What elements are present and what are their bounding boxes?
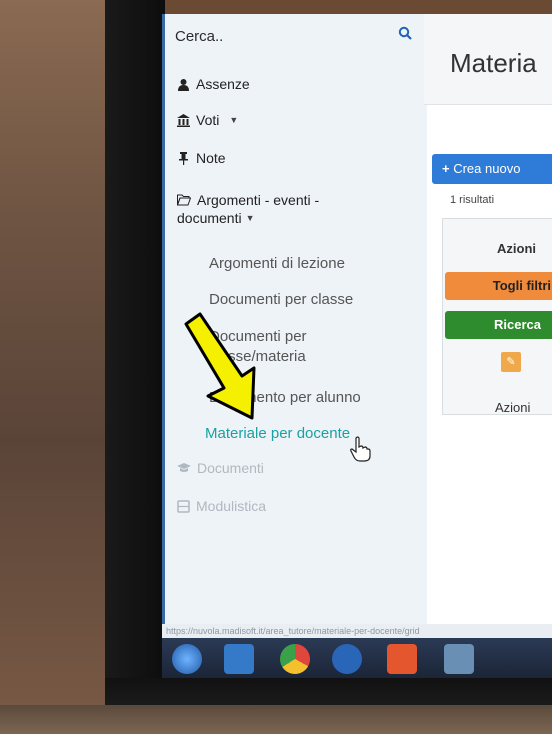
- graduation-cap-icon: [177, 463, 191, 472]
- page-title: Materia: [450, 48, 537, 78]
- actions-column-header: Azioni: [497, 241, 536, 256]
- sidebar-item-note[interactable]: Note: [177, 150, 226, 166]
- start-button[interactable]: [172, 644, 202, 674]
- hp-icon[interactable]: [332, 644, 362, 674]
- sidebar-item-label: Note: [196, 150, 226, 166]
- search-icon[interactable]: [398, 26, 412, 40]
- desk-surface: [0, 705, 552, 734]
- sidebar-item-label: Assenze: [196, 76, 250, 92]
- media-player-icon[interactable]: [387, 644, 417, 674]
- app-icon-folder[interactable]: [444, 644, 474, 674]
- sidebar-item-label: Argomenti - eventi -: [197, 192, 320, 208]
- sidebar-item-label: Voti: [196, 112, 220, 128]
- submenu-item-materiale-per-docente[interactable]: Materiale per docente: [205, 424, 350, 444]
- pushpin-icon: [179, 151, 188, 165]
- plus-icon: +: [442, 161, 454, 176]
- chevron-down-icon: ▼: [229, 115, 239, 125]
- archive-icon: [177, 499, 190, 513]
- user-icon: [178, 78, 189, 91]
- status-url: https://nuvola.madisoft.it/area_tutore/m…: [162, 624, 552, 638]
- highlight-arrow-icon: [184, 312, 256, 420]
- search-field[interactable]: Cerca..: [175, 26, 420, 50]
- taskbar: [162, 638, 552, 680]
- sidebar-item-assenze[interactable]: Assenze: [177, 76, 250, 92]
- results-count: 1 risultati: [450, 194, 495, 206]
- edit-icon[interactable]: ✎: [501, 352, 521, 372]
- sidebar-item-voti[interactable]: Voti ▼: [177, 112, 238, 128]
- sidebar-item-modulistica[interactable]: Modulistica: [177, 498, 266, 514]
- chevron-down-icon: ▼: [245, 213, 255, 223]
- sidebar-item-documenti[interactable]: Documenti: [177, 460, 264, 476]
- remove-filters-button[interactable]: Togli filtri: [445, 272, 552, 300]
- submenu-item-argomenti-di-lezione[interactable]: Argomenti di lezione: [209, 254, 345, 274]
- sidebar-item-label-cont: documenti: [177, 210, 242, 226]
- sidebar-item-argomenti[interactable]: Argomenti - eventi - documenti ▼: [177, 192, 319, 226]
- actions-column-footer: Azioni: [495, 400, 531, 415]
- chrome-icon[interactable]: [280, 644, 310, 674]
- sidebar-item-label: Modulistica: [196, 498, 267, 514]
- create-new-button[interactable]: + Crea nuovo: [432, 154, 552, 184]
- hand-cursor-icon: [350, 436, 371, 462]
- folder-open-icon: [177, 194, 191, 206]
- app-icon-checkmark[interactable]: [224, 644, 254, 674]
- search-placeholder: Cerca..: [175, 28, 224, 45]
- sidebar-item-label: Documenti: [197, 460, 264, 476]
- search-button[interactable]: Ricerca: [445, 311, 552, 339]
- laptop-bezel-left: [105, 0, 165, 734]
- institution-icon: [177, 113, 190, 127]
- create-new-label: Crea nuovo: [453, 161, 521, 176]
- submenu-item-documenti-per-classe[interactable]: Documenti per classe: [209, 290, 353, 310]
